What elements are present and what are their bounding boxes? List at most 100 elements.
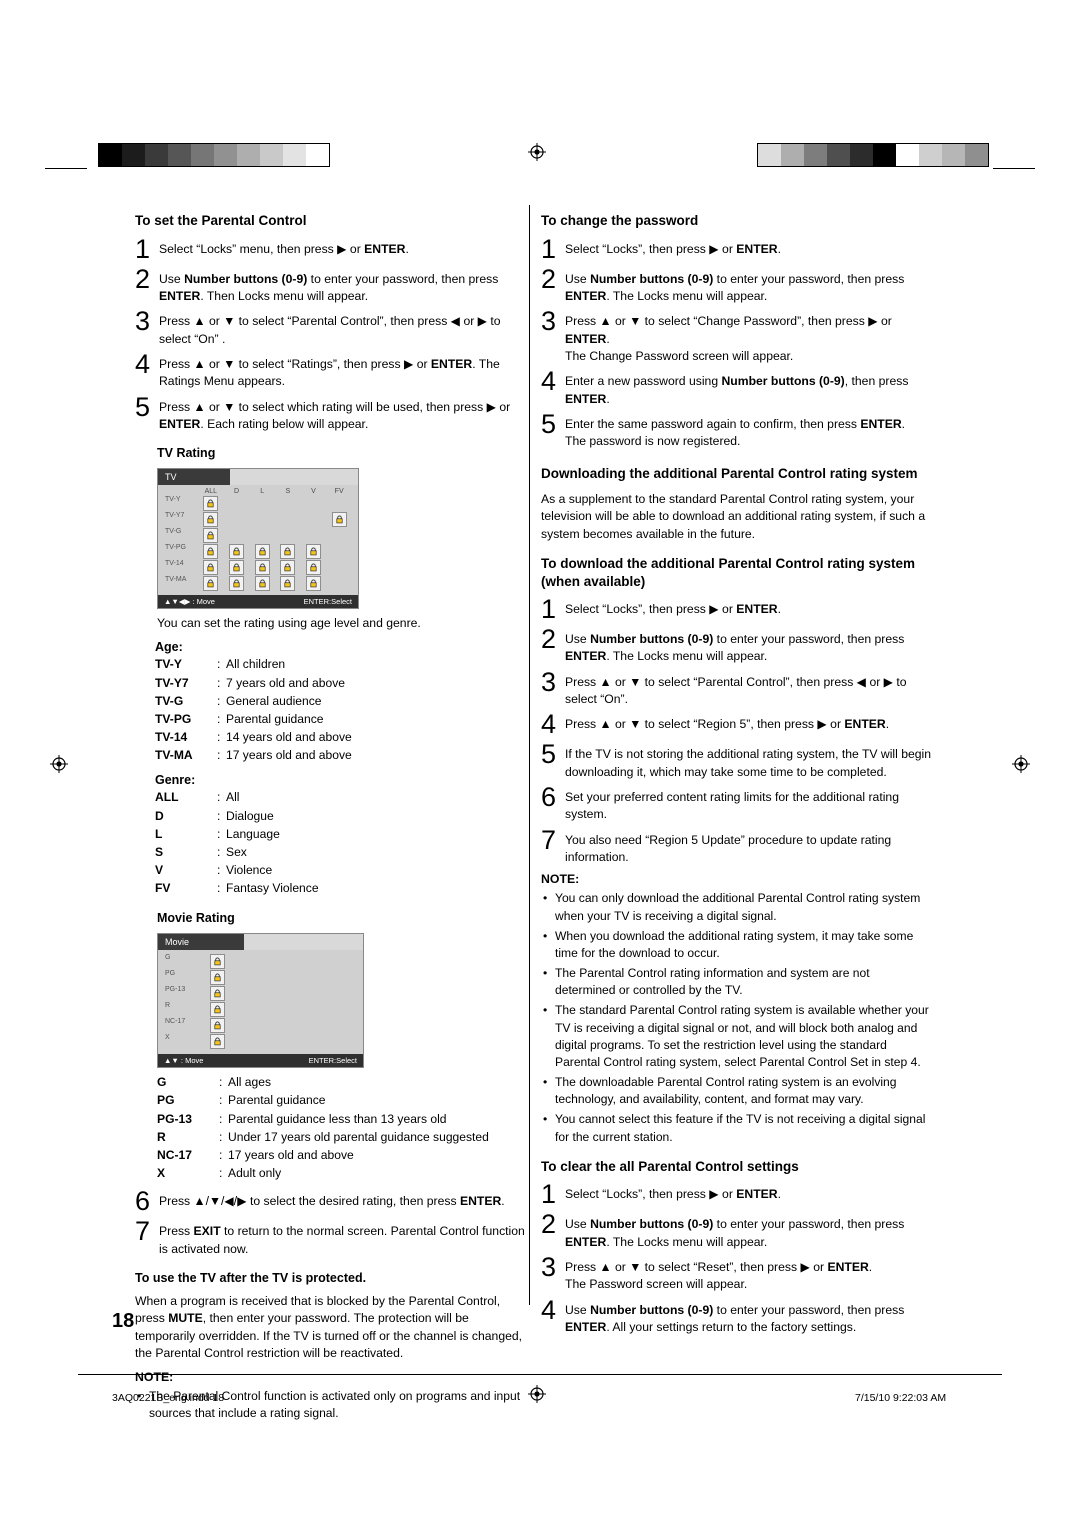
note-item: The Parental Control rating information … [541, 965, 933, 999]
lock-checkbox[interactable] [209, 986, 225, 1002]
registration-mark-top [528, 143, 546, 161]
lock-checkbox[interactable] [254, 576, 270, 592]
definition-row: FV: Fantasy Violence [155, 880, 319, 898]
rating-cell[interactable] [326, 576, 352, 591]
age-label: Age: [155, 640, 183, 655]
step-text: Use Number buttons (0-9) to enter your p… [565, 1217, 905, 1249]
rating-cell[interactable] [301, 512, 327, 527]
rating-cell[interactable] [208, 986, 226, 1002]
rating-cell[interactable] [224, 496, 250, 511]
rating-cell[interactable] [326, 528, 352, 543]
step-text: If the TV is not storing the additional … [565, 747, 932, 779]
tv-rating-osd: TV ALL D L S V FV TV-Y TV-Y7 TV-G TV-PG TV-14 TV-MA… [157, 468, 359, 610]
rating-cell[interactable] [275, 576, 301, 592]
row-label: TV-PG [165, 544, 187, 552]
rating-cell[interactable] [198, 576, 224, 592]
lock-checkbox[interactable] [228, 576, 244, 592]
step-text: Press ▲/▼/◀/▶ to select the desired rati… [159, 1194, 505, 1209]
rating-cell[interactable] [224, 528, 250, 543]
lock-checkbox[interactable] [305, 576, 321, 592]
definition-colon: : [217, 748, 221, 763]
step-number: 3 [541, 1252, 557, 1283]
rating-cell[interactable] [326, 496, 352, 511]
rating-cell[interactable] [326, 544, 352, 559]
rating-cell[interactable] [208, 954, 226, 970]
lock-checkbox[interactable] [209, 1018, 225, 1034]
rating-cell[interactable] [301, 528, 327, 543]
step-item: 1 Select “Locks”, then press ▶ or ENTER. [541, 596, 933, 623]
rating-cell[interactable] [198, 560, 224, 576]
rating-cell[interactable] [249, 544, 275, 560]
definition-row: ALL: All [155, 789, 319, 807]
step-item: 2 Use Number buttons (0-9) to enter your … [135, 265, 525, 306]
rating-cell[interactable] [198, 496, 224, 512]
step-item: 4 Enter a new password using Number butto… [541, 368, 933, 408]
rating-cell[interactable] [326, 512, 352, 528]
definition-colon: : [219, 1148, 223, 1162]
rating-cell[interactable] [275, 560, 301, 576]
osd-tab-tv: TV [158, 469, 230, 486]
lock-checkbox[interactable] [203, 496, 219, 512]
lock-checkbox[interactable] [203, 512, 219, 528]
lock-checkbox[interactable] [305, 544, 321, 560]
rating-cell[interactable] [208, 1002, 226, 1018]
rating-cell[interactable] [224, 560, 250, 576]
rating-cell[interactable] [326, 560, 352, 575]
rating-cell[interactable] [208, 970, 226, 986]
lock-checkbox[interactable] [203, 528, 219, 544]
rating-cell[interactable] [275, 496, 301, 511]
rating-cell[interactable] [301, 544, 327, 560]
rating-cell[interactable] [249, 496, 275, 511]
rating-cell[interactable] [198, 544, 224, 560]
rating-cell[interactable] [249, 576, 275, 592]
rating-cell[interactable] [224, 544, 250, 560]
lock-icon [310, 579, 317, 588]
rating-cell[interactable] [249, 560, 275, 576]
row-label: TV-Y [165, 496, 181, 504]
lock-icon [207, 499, 214, 508]
rating-cell[interactable] [208, 1034, 226, 1050]
rating-cell[interactable] [301, 496, 327, 511]
lock-checkbox[interactable] [254, 560, 270, 576]
lock-icon [213, 989, 221, 998]
note-item: You can only download the additional Par… [541, 890, 933, 924]
rating-cell[interactable] [301, 576, 327, 592]
lock-checkbox[interactable] [254, 544, 270, 560]
step-text: Use Number buttons (0-9) to enter your p… [565, 1302, 905, 1334]
lock-checkbox[interactable] [305, 560, 321, 576]
definition-value: General audience [226, 693, 322, 708]
lock-checkbox[interactable] [228, 544, 244, 560]
lock-checkbox[interactable] [203, 560, 219, 576]
rating-cell[interactable] [301, 560, 327, 576]
step-item: 5 Enter the same password again to confir… [541, 410, 933, 451]
step-text: Select “Locks”, then press ▶ or ENTER. [565, 1187, 781, 1202]
rating-cell[interactable] [224, 576, 250, 592]
lock-checkbox[interactable] [209, 954, 225, 970]
lock-checkbox[interactable] [209, 1002, 225, 1018]
rating-cell[interactable] [275, 512, 301, 527]
lock-checkbox[interactable] [280, 576, 296, 592]
definition-row: TV-14:14 years old and above [155, 729, 352, 747]
lock-checkbox[interactable] [203, 544, 219, 560]
row-label: TV-G [165, 528, 182, 536]
definition-colon: : [219, 1111, 223, 1126]
lock-checkbox[interactable] [209, 970, 225, 986]
rating-cell[interactable] [208, 1018, 226, 1034]
lock-checkbox[interactable] [280, 544, 296, 560]
rating-cell[interactable] [275, 528, 301, 543]
rating-cell[interactable] [198, 512, 224, 528]
rating-cell[interactable] [249, 512, 275, 527]
rating-cell[interactable] [198, 528, 224, 544]
footer-divider [78, 1374, 1002, 1375]
lock-checkbox[interactable] [203, 576, 219, 592]
lock-checkbox[interactable] [209, 1034, 225, 1050]
lock-checkbox[interactable] [331, 512, 347, 528]
rating-cell[interactable] [249, 528, 275, 543]
lock-checkbox[interactable] [280, 560, 296, 576]
definition-colon: : [219, 1129, 223, 1144]
definition-key: S [155, 844, 164, 859]
column-header: S [285, 488, 291, 496]
rating-cell[interactable] [224, 512, 250, 527]
rating-cell[interactable] [275, 544, 301, 560]
lock-checkbox[interactable] [228, 560, 244, 576]
